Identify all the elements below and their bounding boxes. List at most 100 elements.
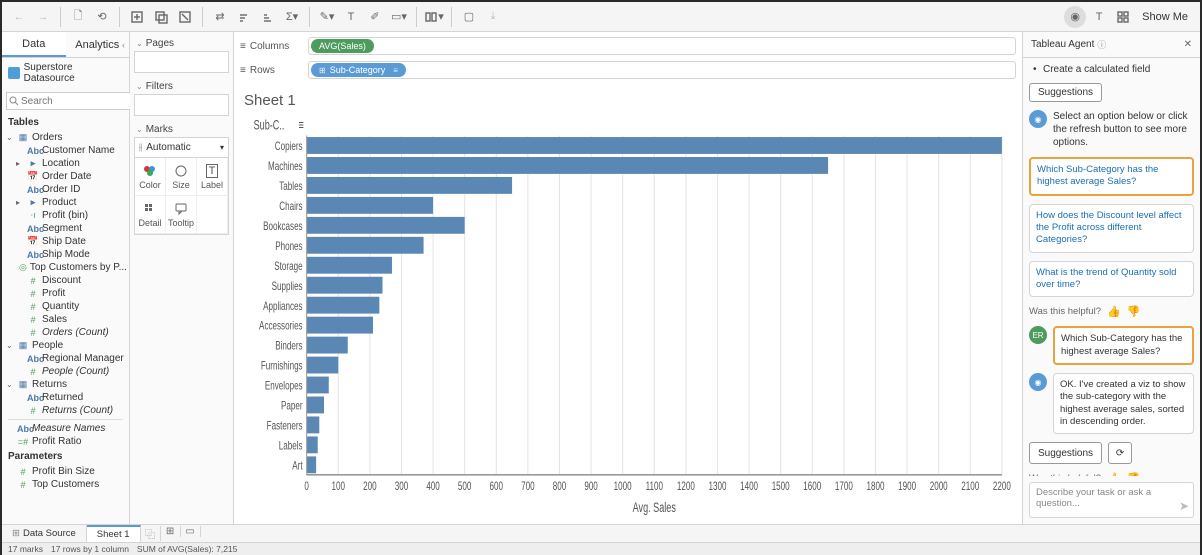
presentation-icon[interactable]: ▢ — [458, 6, 480, 28]
agent-toggle-icon[interactable]: ◉ — [1064, 6, 1086, 28]
forward-icon[interactable]: → — [32, 6, 54, 28]
sort-asc-icon[interactable] — [233, 6, 255, 28]
bar-supplies[interactable] — [307, 277, 383, 294]
datasource-item[interactable]: Superstore Datasource — [2, 58, 129, 88]
field-orders-count-[interactable]: #Orders (Count) — [2, 326, 129, 339]
field-discount[interactable]: #Discount — [2, 274, 129, 287]
bar-phones[interactable] — [307, 237, 424, 254]
thumbs-down-icon[interactable]: 👎 — [1127, 472, 1141, 476]
bar-storage[interactable] — [307, 257, 392, 274]
clear-icon[interactable] — [174, 6, 196, 28]
marks-label[interactable]: TLabel — [197, 158, 228, 196]
bar-bookcases[interactable] — [307, 217, 465, 234]
agent-input[interactable]: Describe your task or ask a question... … — [1029, 482, 1194, 518]
suggestions-button-2[interactable]: Suggestions — [1029, 442, 1102, 464]
rows-shelf[interactable]: ⊞Sub-Category≡ — [308, 61, 1016, 79]
new-dashboard-icon[interactable]: ⊞ — [161, 526, 181, 537]
swap-icon[interactable]: ⇄ — [209, 6, 231, 28]
columns-pill[interactable]: AVG(Sales) — [311, 39, 374, 53]
columns-shelf[interactable]: AVG(Sales) — [308, 37, 1016, 55]
back-icon[interactable]: ← — [8, 6, 30, 28]
rows-pill[interactable]: ⊞Sub-Category≡ — [311, 63, 406, 77]
field-ship-mode[interactable]: AbcShip Mode — [2, 248, 129, 261]
field-profit-bin-[interactable]: ⋅ıProfit (bin) — [2, 209, 129, 222]
bar-paper[interactable] — [307, 397, 324, 414]
send-icon[interactable]: ➤ — [1179, 499, 1189, 513]
field-profit[interactable]: #Profit — [2, 287, 129, 300]
field-customer-name[interactable]: AbcCustomer Name — [2, 144, 129, 157]
marks-type-select[interactable]: ⫲Automatic▾ — [135, 138, 228, 158]
field-profit-ratio[interactable]: =#Profit Ratio — [2, 435, 129, 448]
tab-analytics[interactable]: Analytics‹ — [66, 32, 130, 57]
bar-binders[interactable] — [307, 337, 348, 354]
suggestions-button[interactable]: Suggestions — [1029, 83, 1102, 102]
field-sales[interactable]: #Sales — [2, 313, 129, 326]
bar-appliances[interactable] — [307, 297, 380, 314]
highlight-icon[interactable]: ✎▾ — [316, 6, 338, 28]
field-measure-names[interactable]: AbcMeasure Names — [2, 422, 129, 435]
new-sheet-icon[interactable]: ⿻ — [141, 526, 161, 541]
field-people-count-[interactable]: #People (Count) — [2, 365, 129, 378]
tab-data[interactable]: Data — [2, 32, 66, 57]
suggestion-card-1[interactable]: Which Sub-Category has the highest avera… — [1029, 157, 1194, 196]
sort-desc-icon[interactable] — [257, 6, 279, 28]
field-top-customers[interactable]: #Top Customers — [2, 478, 129, 491]
field-product[interactable]: ▸▸Product — [2, 196, 129, 209]
text-icon[interactable]: T — [340, 6, 362, 28]
refresh-icon[interactable]: ⟳ — [1108, 442, 1132, 464]
field-regional-manager[interactable]: AbcRegional Manager — [2, 352, 129, 365]
tab-sheet-1[interactable]: Sheet 1 — [87, 525, 141, 542]
field-quantity[interactable]: #Quantity — [2, 300, 129, 313]
field-profit-bin-size[interactable]: #Profit Bin Size — [2, 465, 129, 478]
field-order-date[interactable]: 📅Order Date — [2, 170, 129, 183]
bar-labels[interactable] — [307, 436, 318, 453]
tab-data-source[interactable]: ⊞Data Source — [2, 525, 87, 542]
thumbs-up-icon[interactable]: 👍 — [1107, 305, 1121, 318]
marks-detail[interactable]: Detail — [135, 196, 166, 234]
bar-chairs[interactable] — [307, 197, 433, 214]
totals-icon[interactable]: Σ▾ — [281, 6, 303, 28]
bar-tables[interactable] — [307, 177, 512, 194]
bar-furnishings[interactable] — [307, 357, 339, 374]
recommend-icon[interactable] — [1112, 6, 1134, 28]
download-icon[interactable]: ⤓ — [482, 6, 504, 28]
thumbs-down-icon[interactable]: 👎 — [1127, 305, 1141, 318]
sheet-title[interactable]: Sheet 1 — [234, 84, 1022, 113]
suggestion-card-3[interactable]: What is the trend of Quantity sold over … — [1029, 261, 1194, 298]
pages-shelf[interactable]: ⌄Pages — [134, 36, 229, 73]
chart-area[interactable]: Sub-C..≡01002003004005006007008009001000… — [234, 113, 1022, 524]
field-segment[interactable]: AbcSegment — [2, 222, 129, 235]
field-top-customers-by-p-[interactable]: ◎Top Customers by P... — [2, 261, 129, 274]
guide-icon[interactable]: T — [1088, 6, 1110, 28]
field-returns-count-[interactable]: #Returns (Count) — [2, 404, 129, 417]
field-returned[interactable]: AbcReturned — [2, 391, 129, 404]
field-location[interactable]: ▸▸Location — [2, 157, 129, 170]
format-icon[interactable]: ✐ — [364, 6, 386, 28]
fit-icon[interactable]: ▭▾ — [388, 6, 410, 28]
field-order-id[interactable]: AbcOrder ID — [2, 183, 129, 196]
table-people[interactable]: ⌄▦People — [2, 339, 129, 352]
new-story-icon[interactable]: ▭ — [181, 526, 201, 537]
new-worksheet-icon[interactable] — [126, 6, 148, 28]
table-orders[interactable]: ⌄▦Orders — [2, 131, 129, 144]
thumbs-up-icon[interactable]: 👍 — [1107, 472, 1121, 476]
filters-shelf[interactable]: ⌄Filters — [134, 79, 229, 116]
show-cards-icon[interactable]: ▾ — [423, 6, 445, 28]
show-me-button[interactable]: Show Me — [1136, 11, 1194, 23]
field-ship-date[interactable]: 📅Ship Date — [2, 235, 129, 248]
bar-machines[interactable] — [307, 157, 828, 174]
revert-icon[interactable]: ⟲ — [91, 6, 113, 28]
save-icon[interactable]: 🗋 — [67, 6, 89, 28]
bar-art[interactable] — [307, 456, 316, 473]
marks-tooltip[interactable]: Tooltip — [166, 196, 197, 234]
bar-copiers[interactable] — [307, 137, 1002, 154]
bar-envelopes[interactable] — [307, 377, 329, 394]
bar-accessories[interactable] — [307, 317, 373, 334]
suggestion-card-2[interactable]: How does the Discount level affect the P… — [1029, 204, 1194, 253]
agent-close-icon[interactable]: ✕ — [1184, 39, 1192, 50]
marks-size[interactable]: Size — [166, 158, 197, 196]
duplicate-icon[interactable] — [150, 6, 172, 28]
marks-color[interactable]: Color — [135, 158, 166, 196]
bar-fasteners[interactable] — [307, 416, 320, 433]
table-returns[interactable]: ⌄▦Returns — [2, 378, 129, 391]
